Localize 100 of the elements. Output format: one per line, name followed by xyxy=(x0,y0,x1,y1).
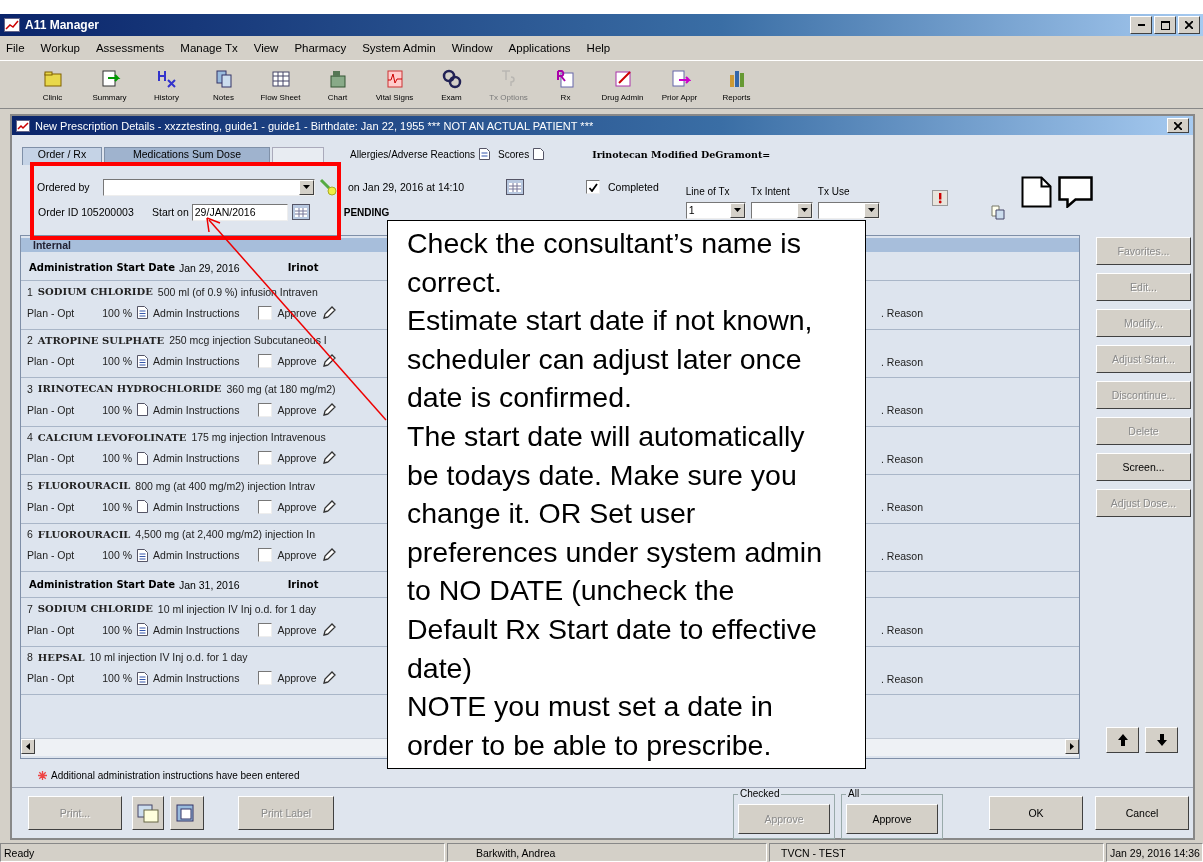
admin-instructions-link[interactable]: Admin Instructions xyxy=(153,549,240,561)
menu-item[interactable]: Manage Tx xyxy=(180,42,238,54)
callout-text: NOTE you must set a date in order to be able to prescribe. xyxy=(407,689,774,763)
admin-instructions-link[interactable]: Admin Instructions xyxy=(153,500,240,513)
admin-instructions-link[interactable]: Admin Instructions xyxy=(153,623,240,636)
drug-name: CALCIUM LEVOFOLINATE xyxy=(37,431,187,443)
scroll-left-icon xyxy=(26,743,30,750)
dialog-icon xyxy=(16,119,30,132)
admin-instructions-link[interactable]: Admin Instructions xyxy=(153,452,240,464)
move-up-button[interactable] xyxy=(1106,727,1139,753)
toolbar-button[interactable]: Flow Sheet xyxy=(252,67,309,102)
drug-name: FLUOROURACIL xyxy=(37,480,131,491)
side-button[interactable]: Screen... xyxy=(1096,453,1191,481)
toolbar-button[interactable]: Drug Admin xyxy=(594,67,651,102)
completed-checkbox[interactable] xyxy=(586,180,600,194)
approve-checkbox[interactable] xyxy=(258,305,273,320)
drug-detail: 4,500 mg (at 2,400 mg/m2) injection In xyxy=(135,528,316,540)
ordered-on-text: on Jan 29, 2016 at 14:10 xyxy=(348,181,466,193)
approve-label: Approve xyxy=(277,355,317,367)
pen-icon xyxy=(321,402,336,417)
pen-icon xyxy=(321,354,336,368)
drug-detail: 175 mg injection Intravenous xyxy=(191,431,326,443)
cancel-button[interactable]: Cancel xyxy=(1095,796,1189,830)
ordered-by-combobox[interactable] xyxy=(103,178,315,196)
dropdown-field[interactable]: 1 xyxy=(685,201,746,219)
scroll-right-button[interactable] xyxy=(1065,739,1079,754)
dose-percent: 100 % xyxy=(102,549,133,561)
scroll-left-button[interactable] xyxy=(21,739,35,754)
toolbar-button[interactable] xyxy=(170,796,204,830)
approve-label: Approve xyxy=(277,500,317,513)
dropdown-field[interactable] xyxy=(817,201,880,219)
toolbar-button[interactable]: Rx xyxy=(537,67,594,102)
move-down-button[interactable] xyxy=(1145,727,1178,753)
minimize-button[interactable] xyxy=(1130,16,1152,34)
ok-button[interactable]: OK xyxy=(989,796,1083,830)
status-text: TVCN - TEST xyxy=(781,846,846,859)
dropdown-field[interactable] xyxy=(750,201,813,219)
approve-checkbox[interactable] xyxy=(258,402,273,417)
reason-text: . Reason xyxy=(881,451,924,467)
approve-checkbox[interactable] xyxy=(258,622,273,637)
menu-item[interactable]: System Admin xyxy=(362,42,436,54)
start-date-field[interactable]: 29/JAN/2016 xyxy=(191,203,288,221)
drug-detail: 800 mg (at 400 mg/m2) injection Intrav xyxy=(135,479,316,492)
calendar-icon xyxy=(506,179,524,195)
row-number: 1 xyxy=(27,285,33,298)
admin-instructions-link[interactable]: Admin Instructions xyxy=(153,355,240,367)
allergies-link[interactable]: Allergies/Adverse Reactions xyxy=(350,148,476,160)
dropdown-arrow-icon xyxy=(800,208,808,212)
approve-checkbox[interactable] xyxy=(258,354,273,368)
approve-checkbox[interactable] xyxy=(258,451,273,465)
toolbar-button[interactable]: Prior Appr xyxy=(651,67,708,102)
admin-instructions-link[interactable]: Admin Instructions xyxy=(153,672,240,684)
pen-icon xyxy=(321,451,336,465)
toolbar-button[interactable]: Exam xyxy=(423,67,480,102)
reason-text: . Reason xyxy=(881,403,924,418)
approve-checkbox[interactable] xyxy=(258,548,273,562)
maximize-button[interactable] xyxy=(1154,16,1176,34)
toolbar-button[interactable] xyxy=(132,796,164,830)
approve-checkbox[interactable] xyxy=(258,671,273,685)
reason-text: . Reason xyxy=(881,500,924,515)
window-icon xyxy=(175,803,197,823)
group-date: Jan 31, 2016 xyxy=(178,578,240,591)
toolbar-button[interactable]: Notes xyxy=(195,67,252,102)
toolbar-button[interactable]: Clinic xyxy=(24,67,81,102)
toolbar-icon xyxy=(440,67,463,90)
dose-percent: 100 % xyxy=(102,306,133,319)
toolbar-button[interactable]: Summary xyxy=(81,67,138,102)
toolbar-button[interactable]: History xyxy=(138,67,195,102)
scores-link[interactable]: Scores xyxy=(498,148,530,160)
callout-text: The start date will automatically be todays date. Make sure you change it. OR Set user preferences under system admin to NO DATE (uncheck the Default Rx Start date to effective date) xyxy=(407,418,824,686)
admin-instructions-link[interactable]: Admin Instructions xyxy=(153,403,240,416)
menu-item[interactable]: Help xyxy=(586,42,611,54)
plan-type: Plan - Opt xyxy=(27,306,75,319)
menu-item[interactable]: Assessments xyxy=(95,42,165,54)
dose-percent: 100 % xyxy=(102,452,133,464)
dialog-close-button[interactable] xyxy=(1167,118,1189,133)
reason-text: . Reason xyxy=(881,354,924,370)
tx-use-label: Tx Use xyxy=(817,185,851,197)
menu-item[interactable]: Applications xyxy=(508,42,571,54)
menu-item[interactable]: File xyxy=(6,42,25,54)
toolbar-button[interactable]: Vital Signs xyxy=(366,67,423,102)
row-number: 6 xyxy=(27,528,33,540)
menu-item[interactable]: View xyxy=(253,42,279,54)
menu-item[interactable]: Pharmacy xyxy=(294,42,347,54)
approve-checkbox[interactable] xyxy=(258,499,273,514)
tab[interactable]: Order / Rx xyxy=(22,147,102,165)
approve-label: Approve xyxy=(277,623,317,636)
admin-instructions-link[interactable]: Admin Instructions xyxy=(153,306,240,319)
toolbar-button[interactable]: Chart xyxy=(309,67,366,102)
menu-item[interactable]: Window xyxy=(451,42,493,54)
approve-all-button[interactable]: Approve xyxy=(846,803,938,834)
toolbar-button[interactable]: Reports xyxy=(708,67,765,102)
group-label: Administration Start Date xyxy=(29,262,175,273)
dropdown-arrow-icon xyxy=(303,185,310,189)
completed-label: Completed xyxy=(608,181,659,193)
close-button[interactable] xyxy=(1178,16,1200,34)
start-on-label: Start on xyxy=(152,206,189,218)
app-icon xyxy=(4,18,20,32)
menu-item[interactable]: Workup xyxy=(40,42,80,54)
dialog-title: New Prescription Details - xxzztesting, guide1 - guide1 - Birthdate: Jan 22, 1955 *** NOT AN ACTUAL PATIENT *** xyxy=(35,119,594,132)
